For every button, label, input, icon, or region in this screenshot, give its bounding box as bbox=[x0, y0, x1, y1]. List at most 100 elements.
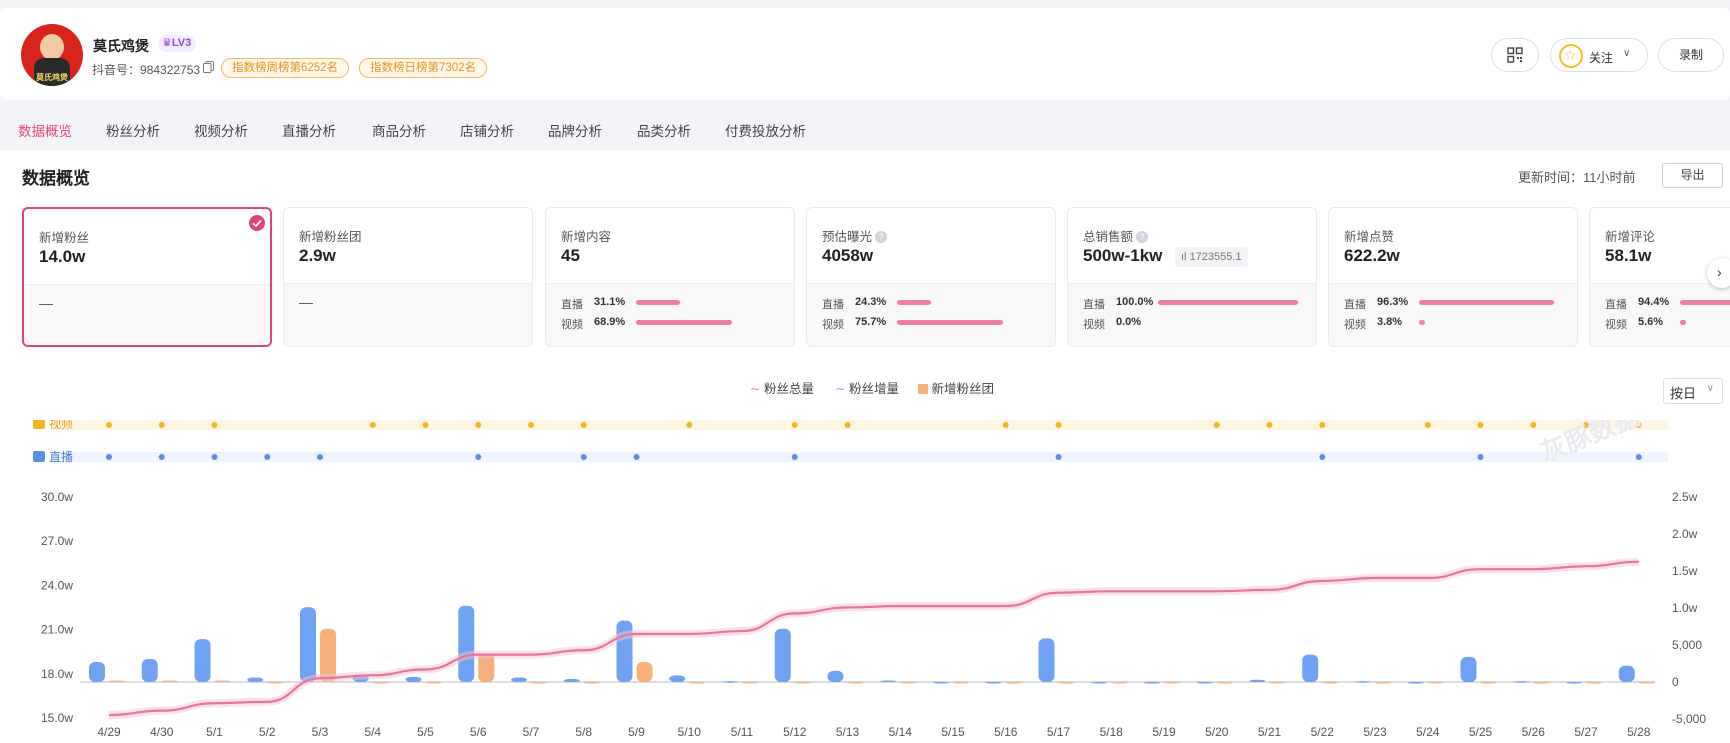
copy-icon[interactable] bbox=[203, 61, 214, 73]
fans-increase-bar bbox=[1091, 682, 1108, 684]
x-tick-label: 5/26 bbox=[1522, 725, 1546, 739]
fan-club-bar bbox=[1322, 682, 1339, 684]
live-share-bar bbox=[1680, 300, 1730, 305]
qr-code-button[interactable] bbox=[1491, 38, 1539, 72]
video-day-dot bbox=[1477, 422, 1484, 428]
weekly-rank-badge[interactable]: 指数榜周榜第6252名 bbox=[221, 58, 350, 78]
live-row-label: 直播 bbox=[49, 450, 73, 464]
video-pct: 68.9% bbox=[594, 316, 626, 328]
y-left-tick-label: 30.0w bbox=[41, 490, 73, 504]
x-tick-label: 5/13 bbox=[836, 725, 860, 739]
legend-fan-club[interactable]: 新增粉丝团 bbox=[918, 378, 994, 397]
metric-card-new-fans[interactable]: 新增粉丝 14.0w — bbox=[22, 207, 272, 347]
card-dash: — bbox=[39, 295, 53, 311]
star-icon: ☆ bbox=[1559, 44, 1583, 68]
x-tick-label: 5/18 bbox=[1100, 725, 1124, 739]
video-day-dot bbox=[528, 422, 534, 428]
granularity-value: 按日 bbox=[1670, 386, 1697, 401]
x-tick-label: 5/9 bbox=[628, 725, 645, 739]
fan-club-bar bbox=[900, 682, 917, 684]
tab-category[interactable]: 品类分析 bbox=[637, 120, 691, 140]
card-label: 新增粉丝团 bbox=[299, 230, 362, 244]
fan-club-bar bbox=[794, 682, 811, 684]
video-label: 视频 bbox=[1083, 319, 1105, 331]
y-left-tick-label: 21.0w bbox=[41, 623, 73, 637]
tab-paid-ads[interactable]: 付费投放分析 bbox=[725, 120, 806, 140]
video-pct: 75.7% bbox=[855, 316, 887, 328]
x-tick-label: 5/27 bbox=[1574, 725, 1598, 739]
fans-total-line-glow bbox=[108, 557, 1639, 720]
card-label-text: 总销售额 bbox=[1083, 230, 1134, 244]
granularity-select[interactable]: 按日 ∨ bbox=[1663, 378, 1723, 404]
fan-club-bar bbox=[689, 682, 706, 684]
export-button[interactable]: 导出 bbox=[1662, 163, 1723, 188]
daily-rank-badge[interactable]: 指数榜日榜第7302名 bbox=[359, 58, 488, 78]
help-icon[interactable]: ? bbox=[1136, 231, 1149, 243]
video-share-bar bbox=[897, 320, 1003, 325]
live-pct: 96.3% bbox=[1377, 296, 1409, 308]
card-label: 新增点赞 bbox=[1344, 230, 1395, 244]
x-tick-label: 4/29 bbox=[97, 725, 121, 739]
cards-next-button[interactable]: › bbox=[1707, 258, 1730, 288]
tab-video[interactable]: 视频分析 bbox=[194, 120, 248, 140]
x-tick-label: 5/20 bbox=[1205, 725, 1229, 739]
card-dash: — bbox=[299, 294, 313, 310]
help-icon[interactable]: ? bbox=[875, 231, 888, 243]
live-label: 直播 bbox=[822, 299, 844, 311]
video-pct: 5.6% bbox=[1638, 316, 1664, 328]
crown-icon: ♛ bbox=[162, 37, 172, 49]
live-pct: 100.0% bbox=[1116, 296, 1154, 308]
card-value: 2.9w bbox=[299, 246, 336, 265]
video-day-dot bbox=[1319, 422, 1326, 428]
video-day-dot bbox=[1530, 422, 1537, 428]
tab-live[interactable]: 直播分析 bbox=[282, 120, 336, 140]
live-share-row: 直播 24.3% bbox=[822, 296, 932, 312]
video-day-dot bbox=[422, 422, 429, 428]
card-label: 总销售额? bbox=[1083, 226, 1149, 245]
fan-club-bar bbox=[214, 680, 231, 683]
x-tick-label: 5/2 bbox=[259, 725, 276, 739]
live-label: 直播 bbox=[561, 299, 583, 311]
tab-fans[interactable]: 粉丝分析 bbox=[106, 120, 160, 140]
metric-card-new-fan-club[interactable]: 新增粉丝团 2.9w — bbox=[283, 207, 533, 347]
card-label: 预估曝光? bbox=[822, 226, 888, 245]
x-tick-label: 5/14 bbox=[889, 725, 913, 739]
tab-overview[interactable]: 数据概览 bbox=[18, 120, 72, 140]
live-day-dot bbox=[1319, 454, 1326, 460]
legend-total[interactable]: ∼ 粉丝总量 bbox=[750, 378, 814, 397]
x-tick-label: 5/10 bbox=[678, 725, 702, 739]
video-share-row: 视频 5.6% bbox=[1605, 316, 1686, 332]
x-tick-label: 5/17 bbox=[1047, 725, 1071, 739]
video-day-dot bbox=[211, 422, 218, 428]
fans-increase-bar bbox=[247, 677, 264, 682]
tab-shop[interactable]: 店铺分析 bbox=[460, 120, 514, 140]
record-button[interactable]: 录制 bbox=[1658, 38, 1724, 72]
follow-button[interactable]: ☆ 关注 ∨ bbox=[1550, 38, 1648, 72]
tab-brand[interactable]: 品牌分析 bbox=[548, 120, 602, 140]
check-icon bbox=[249, 215, 265, 231]
video-day-dot bbox=[1055, 422, 1062, 428]
fans-increase-bar bbox=[933, 682, 949, 684]
legend-increase[interactable]: ∼ 粉丝增量 bbox=[835, 378, 899, 397]
live-pct: 94.4% bbox=[1638, 296, 1670, 308]
live-day-dot bbox=[1477, 454, 1484, 460]
avatar[interactable]: 莫氏鸡煲 bbox=[21, 24, 83, 86]
live-day-dot bbox=[264, 454, 271, 460]
fans-increase-bar bbox=[194, 639, 211, 682]
live-day-dot bbox=[1635, 454, 1642, 460]
tab-goods[interactable]: 商品分析 bbox=[372, 120, 426, 140]
metric-card-exposure[interactable]: 预估曝光? 4058w 直播 24.3% 视频 75.7% bbox=[806, 207, 1056, 347]
metric-card-gmv[interactable]: 总销售额? 500w-1kw 直播 100.0% 视频 0.0% bbox=[1067, 207, 1317, 347]
line-legend-icon: ∼ bbox=[750, 382, 761, 396]
video-label: 视频 bbox=[1344, 319, 1366, 331]
metric-card-new-content[interactable]: 新增内容 45 直播 31.1% 视频 68.9% bbox=[545, 207, 795, 347]
fan-club-bar bbox=[1058, 682, 1075, 684]
y-right-tick-label: 2.0w bbox=[1672, 527, 1698, 541]
gmv-exact-chip: ıl 1723555.1 bbox=[1175, 247, 1248, 267]
x-tick-label: 4/30 bbox=[150, 725, 174, 739]
fan-club-bar bbox=[1427, 682, 1444, 684]
x-tick-label: 5/12 bbox=[783, 725, 807, 739]
video-day-dot bbox=[1213, 422, 1220, 428]
metric-card-new-likes[interactable]: 新增点赞 622.2w 直播 96.3% 视频 3.8% bbox=[1328, 207, 1578, 347]
fans-increase-bar bbox=[1144, 682, 1160, 684]
